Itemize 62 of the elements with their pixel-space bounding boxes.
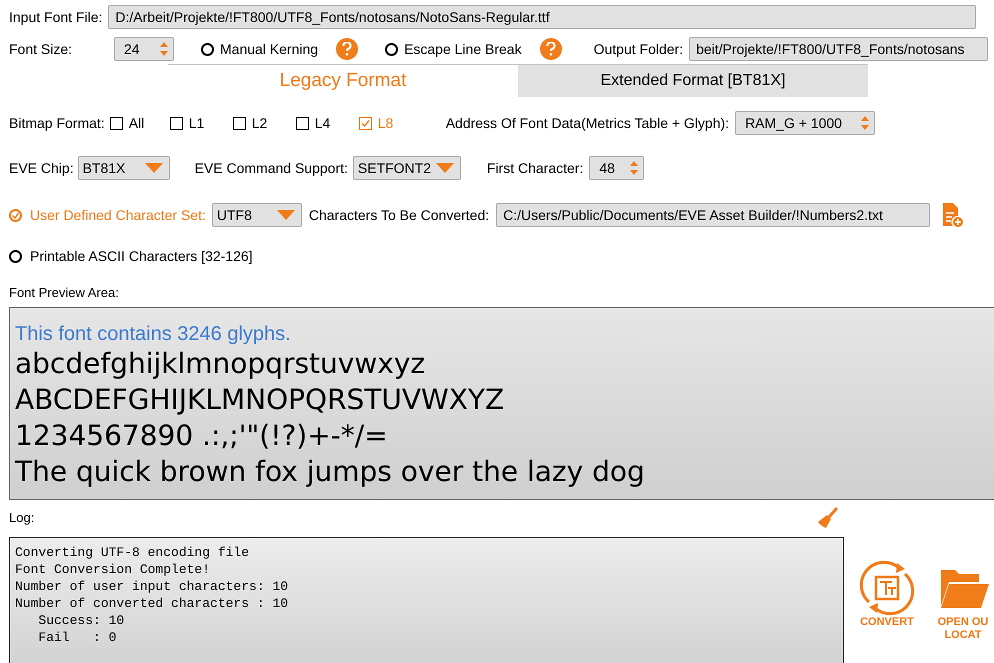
log-line: Converting UTF-8 encoding file [15,544,250,560]
radio-button[interactable] [9,208,22,222]
field-label: All [128,114,144,132]
glyph-count-text: This font contains 3246 glyphs. [15,322,292,346]
preview-text: 1234567890 .:,;'"(!?)+-*/= [15,418,389,454]
field-label: Bitmap Format: [9,114,105,133]
field-label: Font Size: [9,40,74,58]
field-label: L1 [188,114,204,132]
log-line: Number of user input characters: 10 [15,578,290,594]
convert-icon [859,560,915,616]
checkbox[interactable] [358,116,372,130]
spinner-arrows-icon[interactable] [860,115,870,131]
field-label: Address Of Font Data(Metrics Table + Glyph): [446,114,730,133]
checkbox[interactable] [170,116,183,130]
add-file-icon[interactable] [942,202,964,228]
field-label: EVE Command Support: [194,158,348,178]
field-label: Manual Kerning [220,40,318,59]
field-label: Output Folder: [594,40,684,59]
dropdown[interactable]: SETFONT2 [352,156,461,180]
field-label: L8 [378,114,394,132]
field-label: Font Preview Area: [8,284,120,302]
caret-icon [436,163,454,173]
caret-icon [276,210,295,220]
input-font-field[interactable]: D:/Arbeit/Projekte/!FT800/UTF8_Fonts/notosans/NotoSans-Regular.ttf [108,5,976,29]
log-line: Success: 10 [37,612,126,628]
checkbox[interactable] [232,116,246,130]
broom-icon[interactable] [816,506,840,530]
spin-box[interactable]: RAM_G + 1000 [735,111,876,135]
radio-button[interactable] [201,42,214,56]
help-icon[interactable] [540,38,562,60]
field-label: Log: [9,508,34,527]
log-line: Font Conversion Complete! [15,560,212,578]
help-icon[interactable] [336,38,358,60]
spin-box[interactable]: 48 [589,156,644,180]
field-label: Escape Line Break [404,40,522,59]
spin-box[interactable]: 24 [114,37,174,61]
field-label: L2 [252,114,268,132]
checkbox[interactable] [110,116,123,130]
checkbox[interactable] [296,116,309,130]
dropdown[interactable]: BT81X [78,156,170,180]
field-label: L4 [314,114,330,132]
preview-text: abcdefghijklmnopqrstuvwxyz [15,346,426,382]
dropdown[interactable]: UTF8 [212,203,302,227]
radio-button[interactable] [385,42,398,56]
format-tab[interactable]: Extended Format [BT81X] [518,65,868,97]
field-label: Characters To Be Converted: [308,206,490,224]
field-label: Printable ASCII Characters [32-126] [30,246,253,266]
radio-button[interactable] [9,250,22,262]
preview-text: ABCDEFGHIJKLMNOPQRSTUVWXYZ [15,382,506,418]
log-line: Fail : 0 [37,628,118,646]
spinner-arrows-icon[interactable] [629,160,640,176]
spinner-arrows-icon[interactable] [159,41,169,57]
field-label: Input Font File: [9,8,102,27]
field-label: User Defined Character Set: [30,206,206,224]
check-icon [12,212,19,218]
field-label: First Character: [486,158,584,178]
output-folder-field[interactable]: beit/Projekte/!FT800/UTF8_Fonts/notosans [689,37,988,61]
preview-text: The quick brown fox jumps over the lazy dog [15,454,646,490]
log-line: Number of converted characters : 10 [15,594,290,612]
caret-icon [144,163,163,173]
characters-file-field[interactable]: C:/Users/Public/Documents/EVE Asset Builder/!Numbers2.txt [496,203,930,227]
field-label: EVE Chip: [9,158,74,178]
